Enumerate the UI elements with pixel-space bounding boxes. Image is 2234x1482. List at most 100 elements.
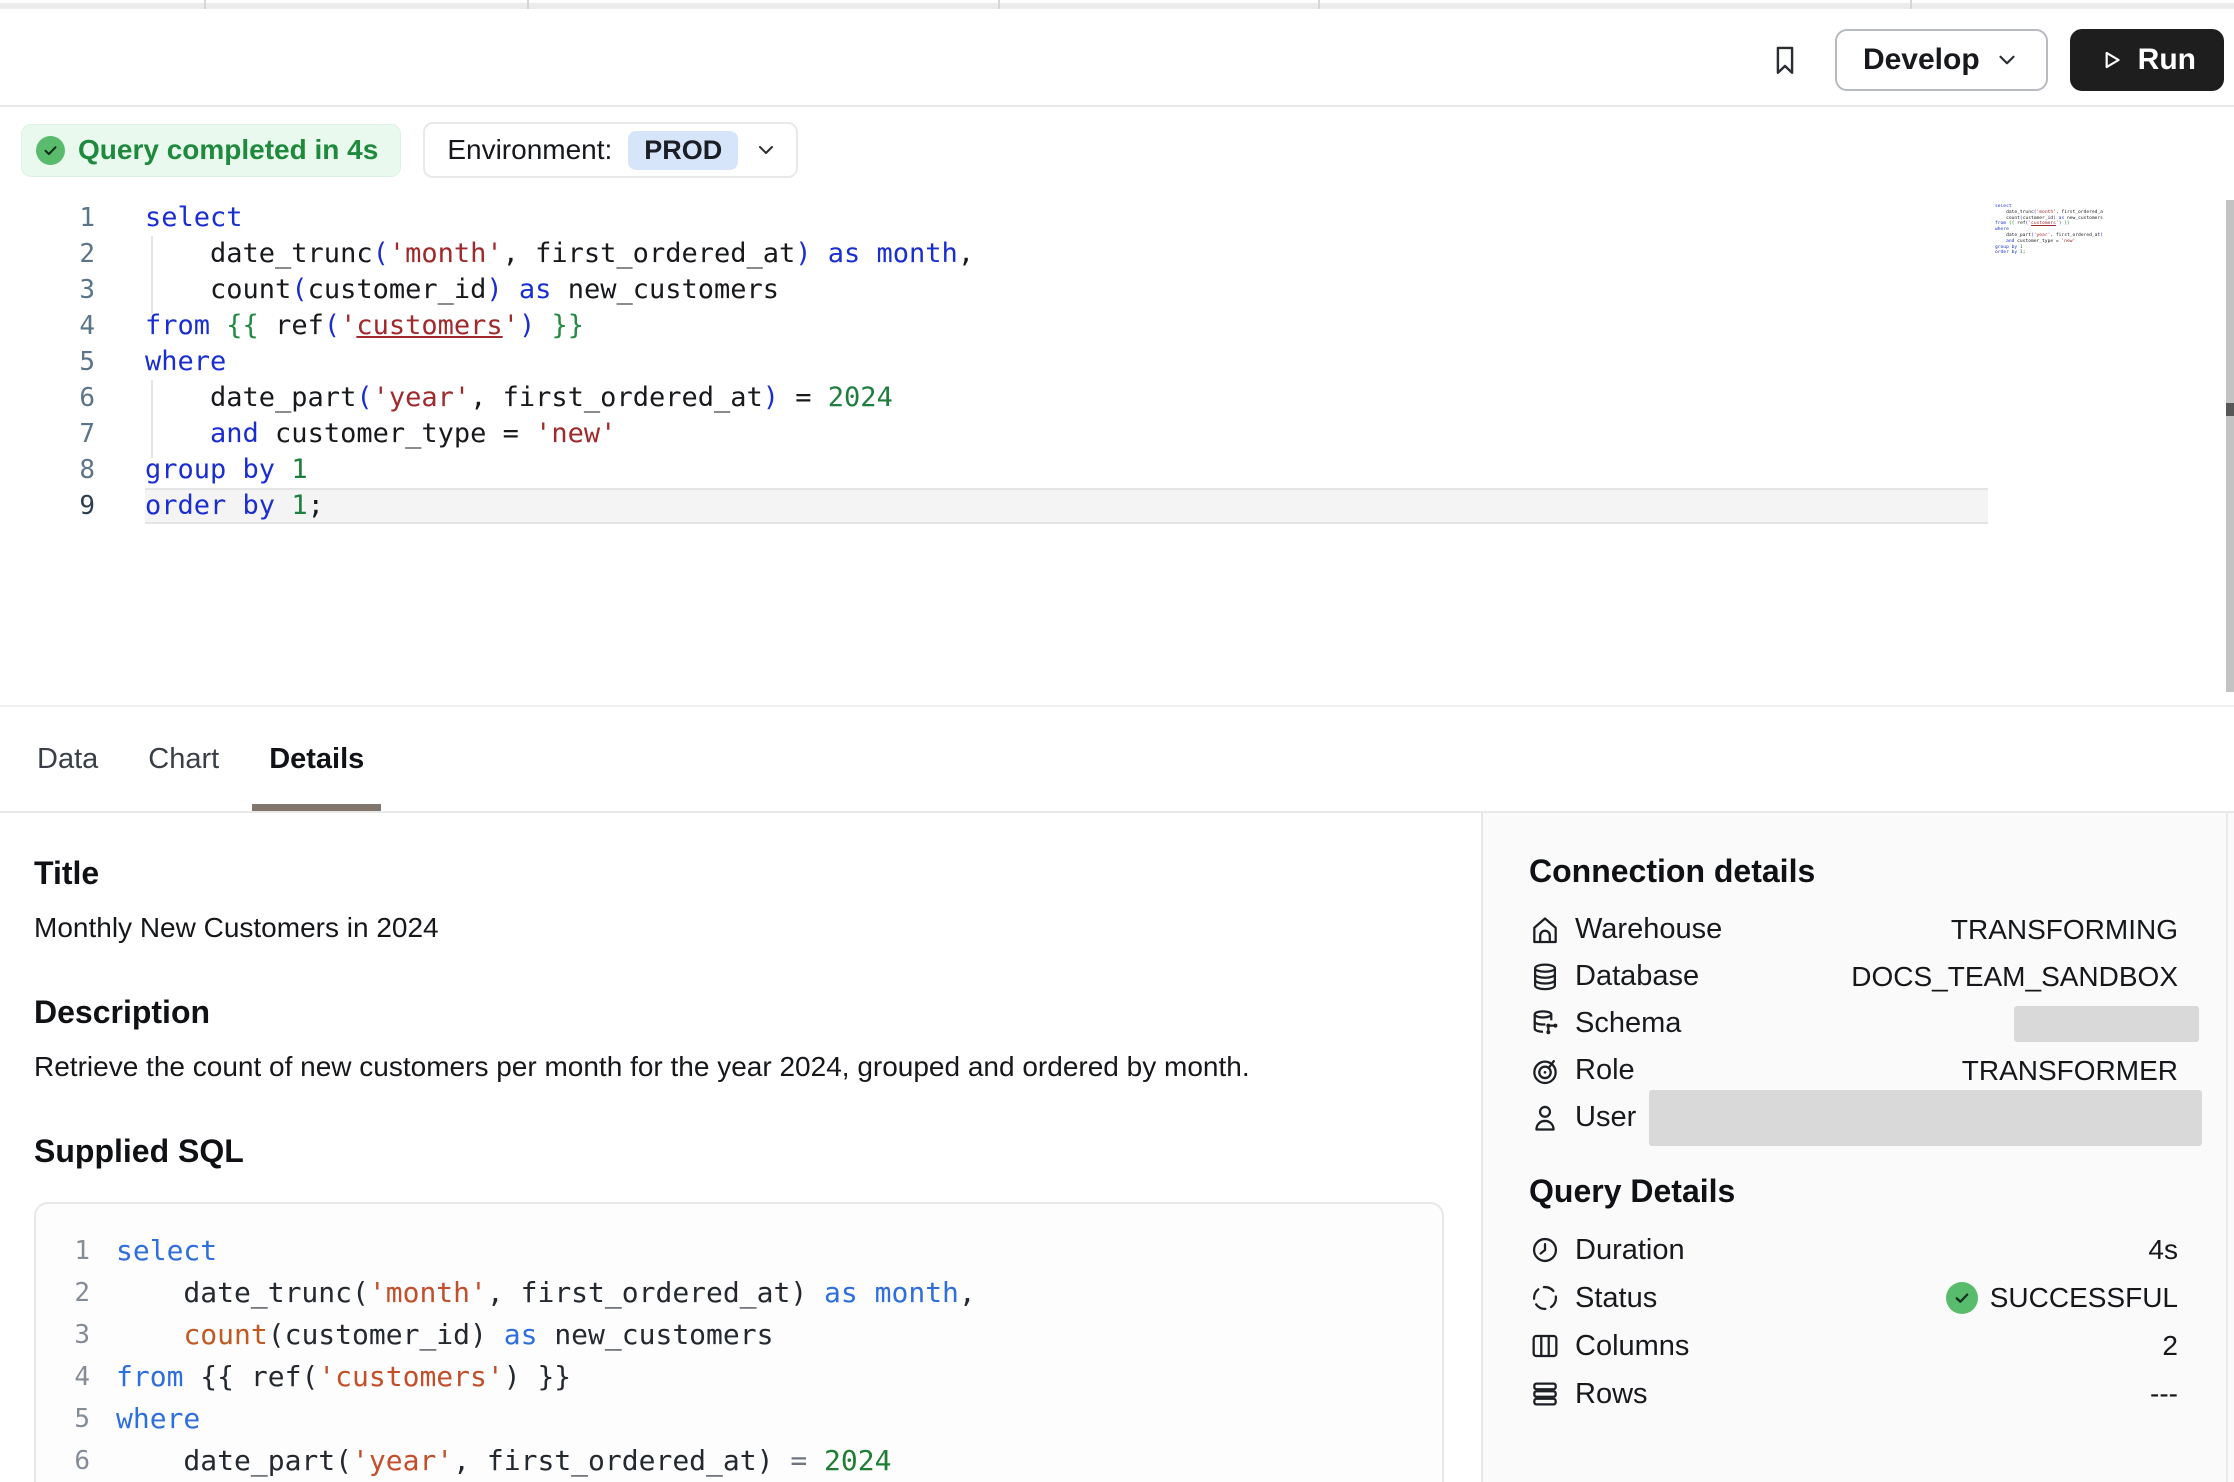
code-text: date_part('year', first_ordered_at) = 20… [116, 1440, 891, 1482]
detail-row-role: Role TRANSFORMER [1529, 1047, 2178, 1094]
code-text: and customer_type = 'new' [145, 416, 1988, 452]
detail-row-value: 2 [2162, 1330, 2178, 1362]
role-icon [1529, 1055, 1561, 1087]
detail-row-value: TRANSFORMER [1962, 1055, 2178, 1087]
detail-row-value: 4s [2148, 1234, 2178, 1266]
columns-icon [1529, 1330, 1561, 1362]
line-number: 5 [0, 344, 145, 380]
detail-row-label: Duration [1575, 1234, 1685, 1267]
code-line: 1select [44, 1230, 1442, 1272]
tab-data[interactable]: Data [37, 707, 98, 811]
connection-details-heading: Connection details [1529, 853, 2178, 890]
bookmark-icon [1768, 40, 1802, 80]
code-text: select [145, 200, 1988, 236]
line-number: 7 [0, 416, 145, 452]
detail-row-label: Schema [1575, 1007, 1681, 1040]
detail-row-label: Warehouse [1575, 913, 1722, 946]
line-number: 1 [0, 200, 145, 236]
bookmark-button[interactable] [1765, 38, 1805, 82]
tab-details[interactable]: Details [269, 707, 364, 811]
play-icon [2098, 47, 2124, 73]
detail-row-label: User [1575, 1101, 1636, 1134]
detail-row-value: DOCS_TEAM_SANDBOX [1851, 961, 2178, 993]
description-value: Retrieve the count of new customers per … [34, 1051, 1445, 1083]
detail-row-database: Database DOCS_TEAM_SANDBOX [1529, 953, 2178, 1000]
line-number: 3 [44, 1314, 116, 1356]
editor-minimap[interactable]: select date_trunc('month', first_ordered… [1995, 204, 2103, 256]
toolbar: Develop Run [0, 15, 2234, 107]
code-line: 4from {{ ref('customers') }} [44, 1356, 1442, 1398]
title-value: Monthly New Customers in 2024 [34, 912, 1445, 944]
line-number: 2 [0, 236, 145, 272]
code-text: date_trunc('month', first_ordered_at) as… [145, 236, 1988, 272]
user-icon [1529, 1102, 1561, 1134]
editor-scrollbar[interactable] [2226, 200, 2234, 692]
code-line: 3 count(customer_id) as new_customers [0, 272, 1988, 308]
description-heading: Description [34, 994, 1445, 1031]
line-number: 2 [44, 1272, 116, 1314]
code-text: from {{ ref('customers') }} [145, 308, 1988, 344]
redacted-value [2014, 1006, 2199, 1042]
detail-row-label: Rows [1575, 1378, 1648, 1411]
details-left-column: Title Monthly New Customers in 2024 Desc… [0, 813, 1481, 1482]
success-check-icon [1946, 1282, 1978, 1314]
detail-row-label: Status [1575, 1282, 1657, 1315]
detail-row-label: Database [1575, 960, 1699, 993]
duration-icon [1529, 1234, 1561, 1266]
line-number: 1 [44, 1230, 116, 1272]
sql-editor[interactable]: 1select2 date_trunc('month', first_order… [0, 200, 1988, 524]
detail-row-schema: Schema [1529, 1000, 2178, 1047]
detail-row-label: Role [1575, 1054, 1635, 1087]
chevron-down-icon [1994, 47, 2020, 73]
code-line: 6 date_part('year', first_ordered_at) = … [44, 1440, 1442, 1482]
code-line: 1select [0, 200, 1988, 236]
detail-row-label: Columns [1575, 1330, 1689, 1363]
supplied-sql-block: 1select2 date_trunc('month', first_order… [34, 1202, 1444, 1482]
query-details-heading: Query Details [1529, 1173, 2178, 1210]
line-number: 6 [44, 1440, 116, 1482]
environment-value-chip: PROD [628, 131, 738, 170]
title-heading: Title [34, 855, 1445, 892]
panel-scrollbar-track[interactable] [2226, 813, 2228, 1482]
chevron-down-icon [754, 138, 778, 162]
code-line: 2 date_trunc('month', first_ordered_at) … [44, 1272, 1442, 1314]
supplied-sql-heading: Supplied SQL [34, 1133, 1445, 1170]
status-icon [1529, 1282, 1561, 1314]
code-line: 9order by 1; [0, 488, 1988, 524]
detail-row-value: SUCCESSFUL [1946, 1282, 2178, 1314]
environment-dropdown[interactable]: Environment: PROD [423, 122, 798, 178]
develop-menu-button[interactable]: Develop [1835, 29, 2048, 91]
code-line: 3 count(customer_id) as new_customers [44, 1314, 1442, 1356]
detail-row-value [2014, 1006, 2178, 1042]
code-text: where [116, 1398, 200, 1440]
rows-icon [1529, 1378, 1561, 1410]
code-text: count(customer_id) as new_customers [145, 272, 1988, 308]
tab-chart[interactable]: Chart [148, 707, 219, 811]
query-status-row: Query completed in 4s Environment: PROD [21, 122, 798, 178]
code-text: from {{ ref('customers') }} [116, 1356, 571, 1398]
run-button[interactable]: Run [2070, 29, 2224, 91]
code-line: 2 date_trunc('month', first_ordered_at) … [0, 236, 1988, 272]
tab-divider [1318, 0, 1320, 9]
line-number: 4 [44, 1356, 116, 1398]
code-line: 7 and customer_type = 'new' [0, 416, 1988, 452]
detail-row-columns: Columns 2 [1529, 1322, 2178, 1370]
code-text: select [116, 1230, 217, 1272]
code-line: 5where [0, 344, 1988, 380]
run-button-label: Run [2138, 43, 2196, 77]
code-line: 5where [44, 1398, 1442, 1440]
code-text: where [145, 344, 1988, 380]
detail-row-value: TRANSFORMING [1951, 914, 2178, 946]
editor-scrollbar-thumb[interactable] [2226, 403, 2234, 416]
warehouse-icon [1529, 914, 1561, 946]
line-number: 9 [0, 488, 145, 524]
detail-row-status: Status SUCCESSFUL [1529, 1274, 2178, 1322]
line-number: 4 [0, 308, 145, 344]
database-icon [1529, 961, 1561, 993]
details-right-panel: Connection details Warehouse TRANSFORMING… [1481, 813, 2234, 1482]
code-text: count(customer_id) as new_customers [116, 1314, 773, 1356]
query-details-rows: Duration4sStatusSUCCESSFULColumns2Rows--… [1529, 1226, 2178, 1418]
line-number: 6 [0, 380, 145, 416]
minimap-line: order by 1; [1995, 250, 2103, 256]
line-number: 3 [0, 272, 145, 308]
